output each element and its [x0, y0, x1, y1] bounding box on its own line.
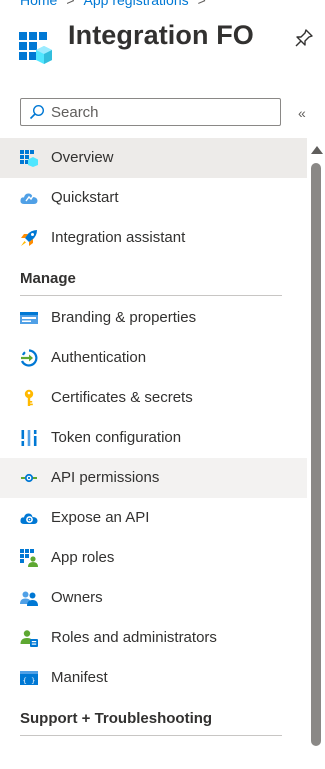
authentication-icon: [20, 349, 38, 367]
breadcrumb-separator: >: [197, 0, 206, 8]
branding-icon: [20, 309, 38, 327]
sidebar-item-label: Branding & properties: [51, 309, 197, 326]
search-input[interactable]: [51, 103, 271, 121]
sidebar-item-label: Overview: [51, 149, 114, 166]
sidebar-item-label: Certificates & secrets: [51, 389, 193, 406]
sidebar-item-authentication[interactable]: Authentication: [0, 338, 307, 378]
overview-icon: [20, 149, 38, 167]
breadcrumb-home-link[interactable]: Home: [20, 0, 57, 8]
pin-icon[interactable]: [294, 28, 314, 48]
sidebar-item-label: Owners: [51, 589, 103, 606]
page-title: Integration FO: [68, 20, 254, 50]
app-registration-icon: [19, 32, 52, 64]
sidebar-nav: Overview Quickstart Integration assistan…: [0, 138, 307, 738]
breadcrumb-separator: >: [66, 0, 75, 8]
sidebar-item-label: Integration assistant: [51, 229, 186, 246]
cloud-gear-icon: [20, 509, 38, 527]
sidebar-item-token-configuration[interactable]: Token configuration: [0, 418, 307, 458]
section-support-troubleshooting: Support + Troubleshooting: [0, 698, 307, 738]
roles-admin-icon: [20, 629, 38, 647]
app-roles-icon: [20, 549, 38, 567]
svg-text:{ }: { }: [23, 677, 36, 685]
sidebar-item-label: Roles and administrators: [51, 629, 217, 646]
search-icon: [29, 104, 45, 120]
owners-icon: [20, 589, 38, 607]
sidebar-item-label: Manifest: [51, 669, 108, 686]
manifest-icon: { }: [20, 669, 38, 687]
sidebar-item-label: App roles: [51, 549, 115, 566]
quickstart-cloud-icon: [20, 189, 38, 207]
api-permissions-icon: [20, 469, 38, 487]
collapse-menu-icon[interactable]: «: [298, 105, 306, 121]
sidebar-item-label: Authentication: [51, 349, 147, 366]
sidebar-item-overview[interactable]: Overview: [0, 138, 307, 178]
section-header-manage: Manage: [20, 270, 76, 287]
sidebar-item-label: Token configuration: [51, 429, 182, 446]
key-icon: [20, 389, 38, 407]
sidebar-item-integration-assistant[interactable]: Integration assistant: [0, 218, 307, 258]
search-box[interactable]: [20, 98, 281, 126]
sidebar-item-quickstart[interactable]: Quickstart: [0, 178, 307, 218]
section-header-support-troubleshooting: Support + Troubleshooting: [20, 710, 213, 727]
sidebar-item-label: API permissions: [51, 469, 160, 486]
sidebar-item-certificates-secrets[interactable]: Certificates & secrets: [0, 378, 307, 418]
sidebar-item-api-permissions[interactable]: API permissions: [0, 458, 307, 498]
rocket-icon: [20, 229, 38, 247]
scroll-up-arrow-icon[interactable]: [311, 146, 323, 154]
section-manage: Manage: [0, 258, 307, 298]
sidebar-item-manifest[interactable]: { } Manifest: [0, 658, 307, 698]
sidebar-item-app-roles[interactable]: App roles: [0, 538, 307, 578]
token-bars-icon: [20, 429, 38, 447]
sidebar-item-label: Quickstart: [51, 189, 119, 206]
sidebar-item-label: Expose an API: [51, 509, 150, 526]
sidebar-item-roles-administrators[interactable]: Roles and administrators: [0, 618, 307, 658]
section-divider: [20, 735, 282, 736]
sidebar-item-owners[interactable]: Owners: [0, 578, 307, 618]
breadcrumb: Home > App registrations >: [20, 0, 215, 8]
section-divider: [20, 295, 282, 296]
scrollbar-thumb[interactable]: [311, 163, 321, 746]
breadcrumb-app-registrations-link[interactable]: App registrations: [84, 0, 189, 8]
sidebar-item-expose-an-api[interactable]: Expose an API: [0, 498, 307, 538]
sidebar-item-branding-properties[interactable]: Branding & properties: [0, 298, 307, 338]
